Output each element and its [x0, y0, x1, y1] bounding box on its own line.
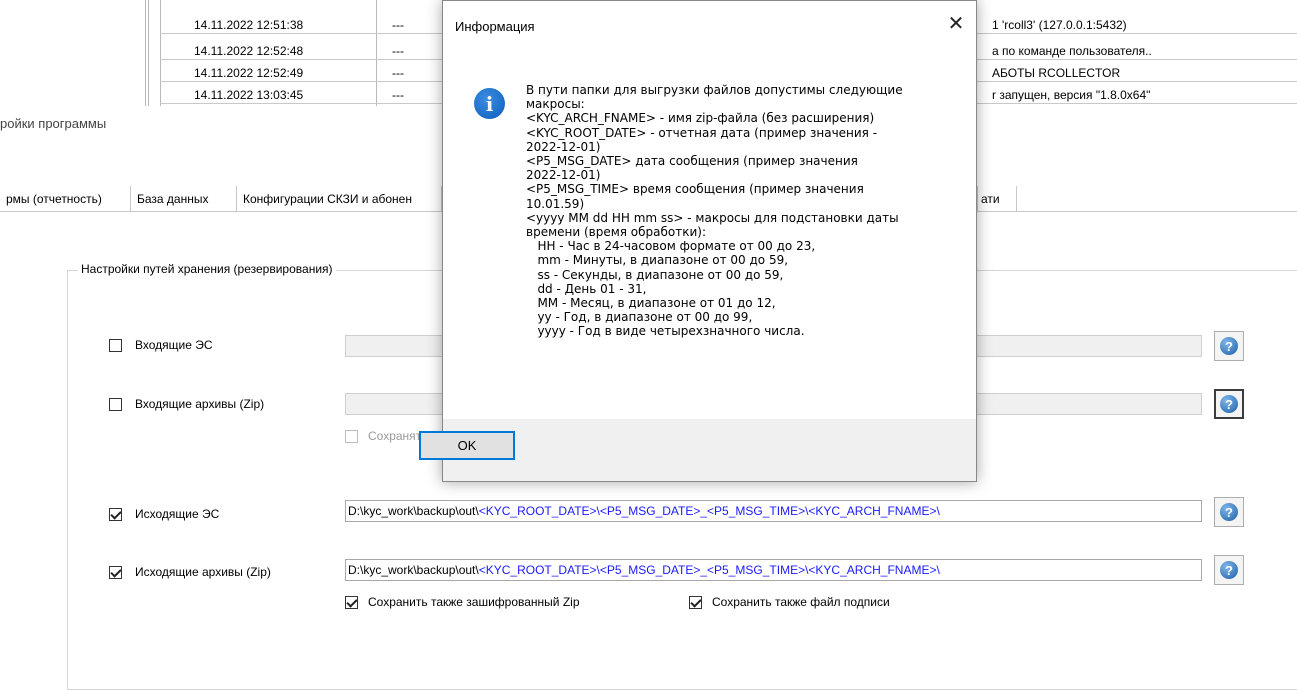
help-icon: ? [1220, 561, 1238, 579]
log-message: r запущен, версия "1.8.0x64" [992, 88, 1151, 102]
info-icon: i [474, 88, 505, 119]
save-signature-checkbox[interactable] [689, 596, 702, 609]
save-encrypted-checkbox[interactable] [345, 596, 358, 609]
in-zip-label: Входящие архивы (Zip) [135, 397, 265, 411]
out-zip-path-field[interactable]: D:\kyc_work\backup\out\<KYC_ROOT_DATE>\<… [345, 559, 1202, 581]
dialog-message-line: dd - День 01 - 31, [526, 281, 647, 296]
help-icon: ? [1220, 337, 1238, 355]
dialog-title: Информация [455, 19, 535, 34]
log-source: --- [392, 18, 404, 32]
log-timestamp: 14.11.2022 13:03:45 [194, 88, 304, 102]
out-es-help-button[interactable]: ? [1214, 497, 1244, 527]
help-icon: ? [1220, 395, 1238, 413]
tab-database[interactable]: База данных [131, 186, 237, 212]
help-icon: ? [1220, 503, 1238, 521]
in-save-checkbox[interactable] [345, 430, 358, 443]
tab-crypto-config[interactable]: Конфигурации СКЗИ и абонен [237, 186, 442, 212]
dialog-message-line: макросы: [526, 97, 585, 112]
grid-divider [148, 0, 149, 106]
log-timestamp: 14.11.2022 12:52:49 [194, 66, 304, 80]
dialog-message: В пути папки для выгрузки файлов допусти… [526, 83, 946, 339]
in-zip-help-button[interactable]: ? [1214, 389, 1244, 419]
out-zip-checkbox[interactable] [109, 566, 122, 579]
info-dialog: Информация ✕ i В пути папки для выгрузки… [442, 0, 977, 482]
dialog-message-line: <yyyy MM dd HH mm ss> - макросы для подс… [526, 210, 899, 225]
ok-button[interactable]: OK [419, 431, 515, 460]
save-signature-label: Сохранить также файл подписи [712, 595, 890, 609]
log-source: --- [392, 44, 404, 58]
dialog-footer [443, 419, 976, 481]
log-timestamp: 14.11.2022 12:51:38 [194, 18, 304, 32]
group-title: Настройки путей хранения (резервирования… [78, 262, 336, 276]
dialog-message-line: <KYC_ARCH_FNAME> - имя zip-файла (без ра… [526, 111, 875, 126]
log-source: --- [392, 66, 404, 80]
window-title: ройки программы [0, 116, 107, 131]
out-es-path-field[interactable]: D:\kyc_work\backup\out\<KYC_ROOT_DATE>\<… [345, 500, 1202, 522]
tab-extra[interactable]: ати [977, 186, 1017, 212]
dialog-message-line: В пути папки для выгрузки файлов допусти… [526, 83, 903, 97]
log-source: --- [392, 88, 404, 102]
out-es-label: Исходящие ЭС [135, 507, 220, 521]
dialog-message-line: <P5_MSG_DATE> дата сообщения (пример зна… [526, 154, 858, 169]
dialog-message-line: 2022-12-01) [526, 168, 601, 183]
log-message: 1 'rcoll3' (127.0.0.1:5432) [992, 18, 1127, 32]
path-text: D:\kyc_work\backup\out\ [348, 504, 479, 518]
log-message: а по команде пользователя.. [992, 44, 1152, 58]
path-macros: <KYC_ROOT_DATE>\<P5_MSG_DATE>_<P5_MSG_TI… [478, 504, 940, 518]
in-zip-checkbox[interactable] [109, 398, 122, 411]
dialog-message-line: <KYC_ROOT_DATE> - отчетная дата (пример … [526, 125, 878, 140]
in-es-label: Входящие ЭС [135, 338, 213, 352]
log-message: АБОТЫ RCOLLECTOR [992, 66, 1121, 80]
path-text: D:\kyc_work\backup\out\ [348, 563, 479, 577]
dialog-message-line: yy - Год, в диапазоне от 00 до 99, [526, 310, 753, 325]
dialog-message-line: yyyy - Год в виде четырехзначного числа. [526, 324, 805, 339]
grid-divider [145, 0, 146, 106]
dialog-message-line: ss - Секунды, в диапазоне от 00 до 59, [526, 267, 784, 282]
save-encrypted-label: Сохранить также зашифрованный Zip [368, 595, 580, 609]
dialog-message-line: 10.01.59) [526, 196, 585, 211]
path-macros: <KYC_ROOT_DATE>\<P5_MSG_DATE>_<P5_MSG_TI… [478, 563, 940, 577]
out-zip-help-button[interactable]: ? [1214, 555, 1244, 585]
log-timestamp: 14.11.2022 12:52:48 [194, 44, 304, 58]
tab-forms[interactable]: рмы (отчетность) [0, 186, 131, 212]
out-es-checkbox[interactable] [109, 508, 122, 521]
close-icon[interactable]: ✕ [942, 13, 970, 37]
in-es-checkbox[interactable] [109, 339, 122, 352]
dialog-message-line: времени (время обработки): [526, 225, 707, 240]
dialog-message-line: <P5_MSG_TIME> время сообщения (пример зн… [526, 182, 864, 197]
dialog-message-line: mm - Минуты, в диапазоне от 00 до 59, [526, 253, 789, 268]
dialog-message-line: HH - Час в 24-часовом формате от 00 до 2… [526, 239, 816, 254]
dialog-message-line: MM - Месяц, в диапазоне от 01 до 12, [526, 296, 776, 311]
in-es-help-button[interactable]: ? [1214, 331, 1244, 361]
dialog-message-line: 2022-12-01) [526, 139, 601, 154]
out-zip-label: Исходящие архивы (Zip) [135, 565, 271, 579]
